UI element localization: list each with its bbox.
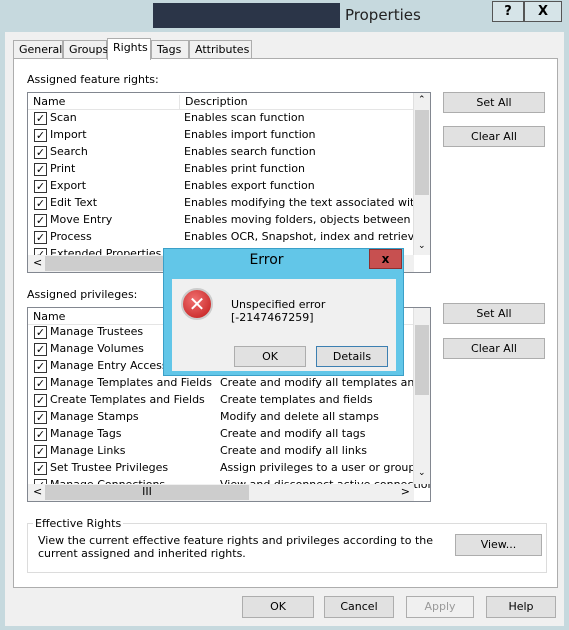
checkbox[interactable]: ✓ [34,428,47,441]
checkbox[interactable]: ✓ [34,197,47,210]
apply-button[interactable]: Apply [406,596,474,618]
error-title: Error [249,252,284,268]
error-details-button[interactable]: Details [316,346,388,367]
list-item[interactable]: ✓ Manage Templates and Fields Create and m… [28,375,430,392]
checkbox[interactable]: ✓ [34,445,47,458]
item-description: Enables import function [184,128,316,141]
tab-tags[interactable]: Tags [151,40,189,59]
vertical-scrollbar[interactable]: ⌄ [413,308,430,484]
checkbox[interactable]: ✓ [34,231,47,244]
checkbox[interactable]: ✓ [34,394,47,407]
column-description[interactable]: Description [180,95,415,110]
item-name: Search [50,145,88,158]
error-ok-button[interactable]: OK [234,346,306,367]
list-item[interactable]: ✓ Manage Tags Create and modify all tags [28,426,430,443]
close-window-button[interactable]: X [524,1,562,22]
vertical-scrollbar[interactable]: ⌃ ⌄ [413,93,430,255]
checkbox[interactable]: ✓ [34,146,47,159]
list-item[interactable]: ✓ Export Enables export function [28,178,430,195]
ok-button[interactable]: OK [242,596,314,618]
list-item[interactable]: ✓ Edit Text Enables modifying the text ass… [28,195,430,212]
checkbox[interactable]: ✓ [34,326,47,339]
list-item[interactable]: ✓ Manage Stamps Modify and delete all stam… [28,409,430,426]
item-description: Create and modify all tags [220,427,366,440]
feature-rights-list[interactable]: Name Description ✓ Scan Enables scan functi… [27,92,431,273]
item-name: Set Trustee Privileges [50,461,169,474]
checkbox[interactable]: ✓ [34,377,47,390]
item-description: Enables search function [184,145,316,158]
checkbox[interactable]: ✓ [34,360,47,373]
checkbox[interactable]: ✓ [34,163,47,176]
item-name: Manage Entry Access [50,359,168,372]
list-item[interactable]: ✓ Scan Enables scan function [28,110,430,127]
help-button[interactable]: Help [486,596,556,618]
privileges-set-all-button[interactable]: Set All [443,303,545,324]
column-name[interactable]: Name [28,95,180,110]
tab-general[interactable]: General [13,40,63,59]
list-item[interactable]: ✓ Create Templates and Fields Create templ… [28,392,430,409]
list-item[interactable]: ✓ Process Enables OCR, Snapshot, index and… [28,229,430,246]
item-description: Enables export function [184,179,315,192]
checkbox[interactable]: ✓ [34,129,47,142]
item-name: Manage Templates and Fields [50,376,212,389]
privileges-clear-all-button[interactable]: Clear All [443,338,545,359]
item-description: Enables scan function [184,111,305,124]
checkbox[interactable]: ✓ [34,343,47,356]
redacted-title [153,3,340,28]
item-name: Manage Trustees [50,325,144,338]
item-description: Create and modify all links [220,444,367,457]
item-description: Assign privileges to a user or group [220,461,416,474]
horizontal-scrollbar[interactable]: III < > [28,484,414,501]
item-name: Export [50,179,87,192]
item-name: Process [50,230,92,243]
checkbox[interactable]: ✓ [34,462,47,475]
list-item[interactable]: ✓ Import Enables import function [28,127,430,144]
item-name: Manage Stamps [50,410,139,423]
cancel-button[interactable]: Cancel [324,596,394,618]
tab-groups[interactable]: Groups [63,40,108,59]
features-set-all-button[interactable]: Set All [443,92,545,113]
error-dialog: Error x ✕ Unspecified error [-2147467259… [163,248,404,376]
item-description: Enables OCR, Snapshot, index and retriev… [184,230,431,243]
list-item[interactable]: ✓ Move Entry Enables moving folders, objec… [28,212,430,229]
item-description: Enables moving folders, objects between … [184,213,431,226]
feature-rights-label: Assigned feature rights: [27,73,159,86]
item-name: Manage Tags [50,427,122,440]
item-name: Print [50,162,76,175]
effective-rights-text: View the current effective feature right… [38,534,434,560]
item-name: Manage Volumes [50,342,144,355]
tab-attributes[interactable]: Attributes [189,40,252,59]
item-name: Edit Text [50,196,98,209]
help-title-button[interactable]: ? [492,1,524,22]
checkbox[interactable]: ✓ [34,180,47,193]
item-name: Scan [50,111,77,124]
tab-rights[interactable]: Rights [107,38,151,60]
effective-rights-title: Effective Rights [33,517,124,530]
features-clear-all-button[interactable]: Clear All [443,126,545,147]
error-icon: ✕ [181,288,213,320]
list-item[interactable]: ✓ Set Trustee Privileges Assign privileges… [28,460,430,477]
list-item[interactable]: ✓ Print Enables print function [28,161,430,178]
error-close-button[interactable]: x [369,249,402,269]
item-name: Import [50,128,87,141]
item-name: Move Entry [50,213,113,226]
item-description: Create and modify all templates and fiel [220,376,431,389]
window-title: Properties [345,6,421,24]
error-message: Unspecified error [-2147467259] [231,298,326,324]
list-item[interactable]: ✓ Manage Links Create and modify all links [28,443,430,460]
checkbox[interactable]: ✓ [34,411,47,424]
checkbox[interactable]: ✓ [34,214,47,227]
item-name: Create Templates and Fields [50,393,205,406]
item-description: Modify and delete all stamps [220,410,379,423]
item-description: Enables print function [184,162,305,175]
checkbox[interactable]: ✓ [34,112,47,125]
item-name: Manage Links [50,444,126,457]
item-description: Create templates and fields [220,393,373,406]
view-button[interactable]: View... [455,534,542,556]
item-description: Enables modifying the text associated wi… [184,196,431,209]
privileges-label: Assigned privileges: [27,288,138,301]
list-item[interactable]: ✓ Search Enables search function [28,144,430,161]
